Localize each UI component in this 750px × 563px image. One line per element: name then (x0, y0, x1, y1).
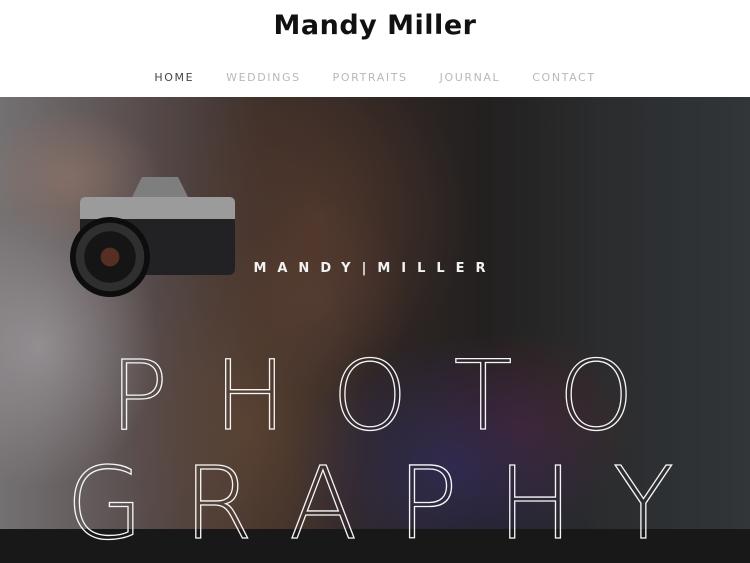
site-header: Mandy Miller HOME WEDDINGS PORTRAITS JOU… (0, 0, 750, 97)
nav-weddings[interactable]: WEDDINGS (226, 71, 301, 84)
nav-portraits[interactable]: PORTRAITS (333, 71, 408, 84)
nav-contact[interactable]: CONTACT (532, 71, 595, 84)
nav-home[interactable]: HOME (154, 71, 194, 84)
hero-overlay (0, 97, 750, 529)
hero-banner: MANDY|MILLER (0, 97, 750, 529)
main-nav: HOME WEDDINGS PORTRAITS JOURNAL CONTACT (0, 71, 750, 84)
hero-subtitle: MANDY|MILLER (253, 261, 497, 276)
site-title[interactable]: Mandy Miller (0, 10, 750, 41)
nav-journal[interactable]: JOURNAL (440, 71, 501, 84)
footer-bar (0, 529, 750, 563)
